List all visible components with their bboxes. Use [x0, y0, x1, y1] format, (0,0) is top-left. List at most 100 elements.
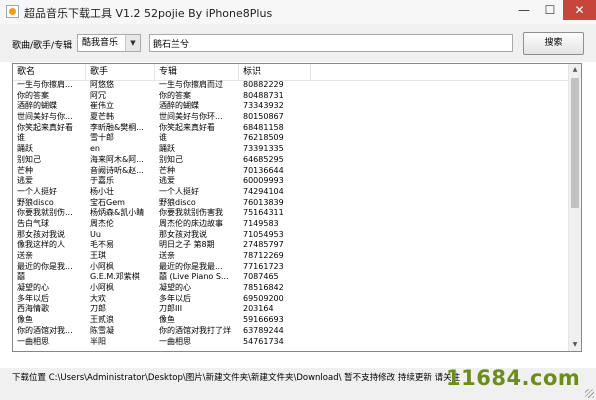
artist-cell: 宝石Gem — [90, 197, 125, 207]
song-title-cell: 别知己 — [17, 154, 41, 164]
resize-grip-icon[interactable] — [585, 389, 594, 398]
list-item[interactable]: 一曲相思 半阳 一曲相思 54761734 — [13, 337, 570, 348]
album-cell: 你要我就别伤害我 — [159, 208, 223, 218]
album-cell: 囍 (Live Piano S... — [159, 272, 229, 282]
album-cell: 你笑起来真好看 — [159, 122, 215, 132]
artist-cell: 于嘉乐 — [90, 176, 114, 186]
column-header-id[interactable]: 标识 — [239, 64, 311, 80]
id-cell: 64685295 — [243, 154, 284, 164]
song-title-cell: 野狼disco — [17, 197, 54, 207]
search-button[interactable]: 搜索 — [523, 32, 584, 55]
song-title-cell: 你要我就别伤... — [17, 208, 73, 218]
list-item[interactable]: 世间美好与你... 夏芒韩 世间美好与你环... 80150867 — [13, 112, 570, 123]
id-cell: 75164311 — [243, 208, 284, 218]
maximize-button[interactable]: ☐ — [537, 0, 563, 20]
list-item[interactable]: 多年以后 大欢 多年以后 69509200 — [13, 294, 570, 305]
id-cell: 69509200 — [243, 293, 284, 303]
album-cell: 逃爱 — [159, 176, 175, 186]
window-title: 超品音乐下载工具 V1.2 52pojie By iPhone8Plus — [24, 7, 273, 20]
artist-cell: 刀郎 — [90, 304, 106, 314]
album-cell: 芒种 — [159, 165, 175, 175]
album-cell: 送亲 — [159, 251, 175, 260]
id-cell: 59166693 — [243, 315, 284, 325]
album-cell: 一个人挺好 — [159, 186, 199, 196]
artist-cell: 周杰伦 — [90, 218, 114, 228]
minimize-button[interactable]: — — [511, 0, 537, 20]
id-cell: 68481158 — [243, 122, 284, 132]
artist-cell: 海来阿木&阿... — [90, 154, 144, 164]
song-title-cell: 踊跃 — [17, 144, 33, 154]
id-cell: 63789244 — [243, 325, 284, 335]
search-input[interactable] — [149, 34, 513, 52]
list-header: 歌名 歌手 专辑 标识 — [13, 64, 570, 81]
album-cell: 你的答案 — [159, 90, 191, 100]
list-item[interactable]: 逃爱 于嘉乐 逃爱 60009993 — [13, 176, 570, 187]
list-item[interactable]: 野狼disco 宝石Gem 野狼disco 76013839 — [13, 198, 570, 209]
list-item[interactable]: 别知己 海来阿木&阿... 别知己 64685295 — [13, 155, 570, 166]
list-item[interactable]: 像我这样的人 毛不易 明日之子 第8期 27485797 — [13, 240, 570, 251]
list-item[interactable]: 最近的你是我... 小阿枫 最近的你是我最... 77161723 — [13, 262, 570, 273]
filter-label: 歌曲/歌手/专辑 — [12, 41, 73, 51]
song-title-cell: 多年以后 — [17, 293, 49, 303]
id-cell: 78516842 — [243, 283, 284, 293]
song-title-cell: 谁 — [17, 133, 25, 143]
list-item[interactable]: 那女孩对我说 Uu 那女孩对我说 71054953 — [13, 230, 570, 241]
song-title-cell: 你的酒馆对我... — [17, 325, 73, 335]
id-cell: 73343932 — [243, 101, 284, 111]
album-cell: 一生与你擦肩而过 — [159, 80, 223, 89]
album-cell: 像鱼 — [159, 315, 175, 325]
list-rows: 一生与你擦肩... 阿悠悠 一生与你擦肩而过 80882229 你的答案 阿冗 你的答案 80… — [13, 80, 570, 347]
album-cell: 野狼disco — [159, 197, 196, 207]
list-item[interactable]: 西海情歌 刀郎 刀郎III 203164 — [13, 304, 570, 315]
artist-cell: 大欢 — [90, 293, 106, 303]
list-item[interactable]: 凝望的心 小阿枫 凝望的心 78516842 — [13, 283, 570, 294]
column-header-album[interactable]: 专辑 — [155, 64, 239, 80]
list-item[interactable]: 踊跃 en 踊跃 73391335 — [13, 144, 570, 155]
artist-cell: en — [90, 144, 100, 154]
song-title-cell: 一个人挺好 — [17, 186, 57, 196]
list-item[interactable]: 囍 G.E.M.邓紫棋 囍 (Live Piano S... 7087465 — [13, 272, 570, 283]
list-item[interactable]: 你要我就别伤... 杨炳森&凯小睛 你要我就别伤害我 75164311 — [13, 208, 570, 219]
song-title-cell: 芒种 — [17, 165, 33, 175]
list-item[interactable]: 送亲 王琪 送亲 78712269 — [13, 251, 570, 262]
list-item[interactable]: 芒种 音阙诗听&赵... 芒种 70136644 — [13, 166, 570, 177]
song-title-cell: 逃爱 — [17, 176, 33, 186]
list-item[interactable]: 你的答案 阿冗 你的答案 80488731 — [13, 91, 570, 102]
list-item[interactable]: 酒醉的蝴蝶 崔伟立 酒醉的蝴蝶 73343932 — [13, 101, 570, 112]
close-button[interactable]: ✕ — [563, 0, 596, 20]
scroll-up-icon[interactable]: ▲ — [569, 64, 581, 76]
chevron-down-icon[interactable]: ▼ — [125, 35, 140, 51]
vertical-scrollbar[interactable]: ▲ ▼ — [568, 64, 581, 351]
results-list[interactable]: 歌名 歌手 专辑 标识 一生与你擦肩... 阿悠悠 一生与你擦肩而过 80882229… — [12, 63, 582, 352]
id-cell: 73391335 — [243, 144, 284, 154]
album-cell: 谁 — [159, 133, 167, 143]
list-item[interactable]: 像鱼 王贰浪 像鱼 59166693 — [13, 315, 570, 326]
column-header-song[interactable]: 歌名 — [13, 64, 86, 80]
list-item[interactable]: 你的酒馆对我... 陈雪凝 你的酒馆对我打了烊 63789244 — [13, 326, 570, 337]
column-header-artist[interactable]: 歌手 — [86, 64, 155, 80]
music-source-dropdown[interactable]: 酷我音乐 ▼ — [77, 34, 141, 52]
id-cell: 80882229 — [243, 80, 284, 89]
album-cell: 凝望的心 — [159, 283, 191, 293]
list-item[interactable]: 一个人挺好 杨小壮 一个人挺好 74294104 — [13, 187, 570, 198]
song-title-cell: 像我这样的人 — [17, 240, 65, 250]
artist-cell: 夏芒韩 — [90, 112, 114, 122]
artist-cell: 李昕融&樊桐... — [90, 122, 144, 132]
list-item[interactable]: 一生与你擦肩... 阿悠悠 一生与你擦肩而过 80882229 — [13, 80, 570, 91]
artist-cell: Uu — [90, 229, 101, 239]
scrollbar-thumb[interactable] — [571, 78, 579, 208]
id-cell: 76218509 — [243, 133, 284, 143]
album-cell: 多年以后 — [159, 293, 191, 303]
artist-cell: 半阳 — [90, 336, 106, 346]
artist-cell: 陈雪凝 — [90, 325, 114, 335]
list-item[interactable]: 谁 雪十郎 谁 76218509 — [13, 133, 570, 144]
song-title-cell: 酒醉的蝴蝶 — [17, 101, 57, 111]
list-item[interactable]: 告白气球 周杰伦 周杰伦的床边故事 7149583 — [13, 219, 570, 230]
search-panel: 歌曲/歌手/专辑 酷我音乐 ▼ 搜索 — [0, 24, 596, 62]
album-cell: 刀郎III — [159, 304, 183, 314]
app-icon — [6, 5, 19, 18]
id-cell: 54761734 — [243, 336, 284, 346]
scroll-down-icon[interactable]: ▼ — [569, 339, 581, 351]
id-cell: 7087465 — [243, 272, 279, 282]
list-item[interactable]: 你笑起来真好看 李昕融&樊桐... 你笑起来真好看 68481158 — [13, 123, 570, 134]
